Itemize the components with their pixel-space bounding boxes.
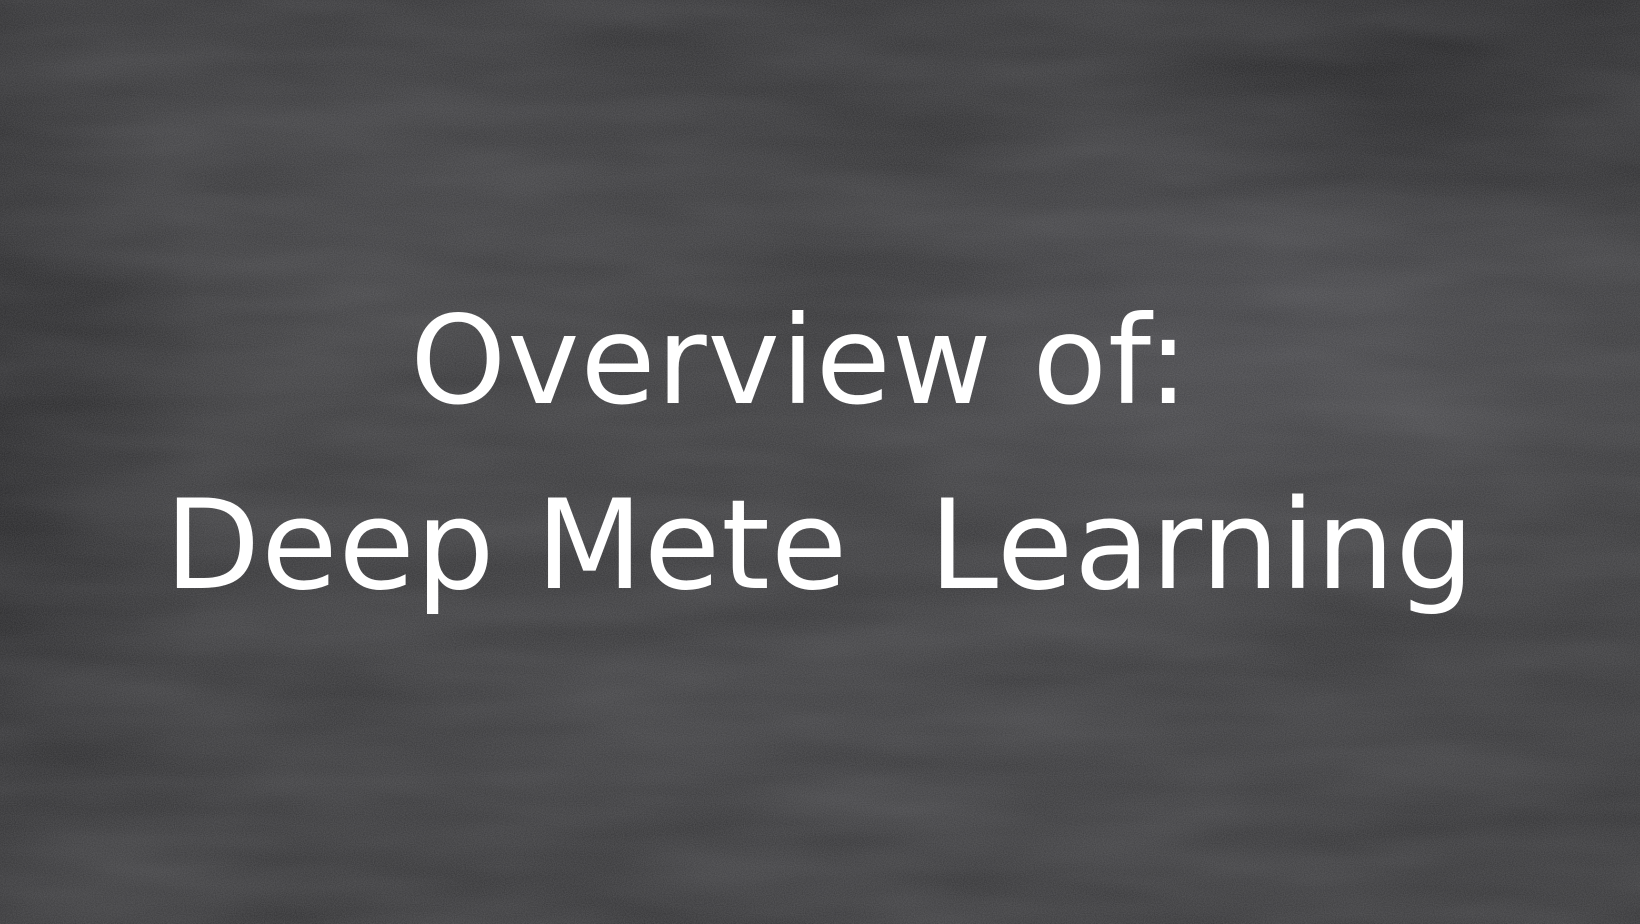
slide-title-line-1: Overview of:: [410, 290, 1190, 432]
title-block: Overview of: Deep Mete Learning: [0, 300, 1640, 608]
slide-canvas: Overview of: Deep Mete Learning: [0, 0, 1640, 924]
slide-title-line-2: Deep Mete Learning: [164, 474, 1476, 618]
